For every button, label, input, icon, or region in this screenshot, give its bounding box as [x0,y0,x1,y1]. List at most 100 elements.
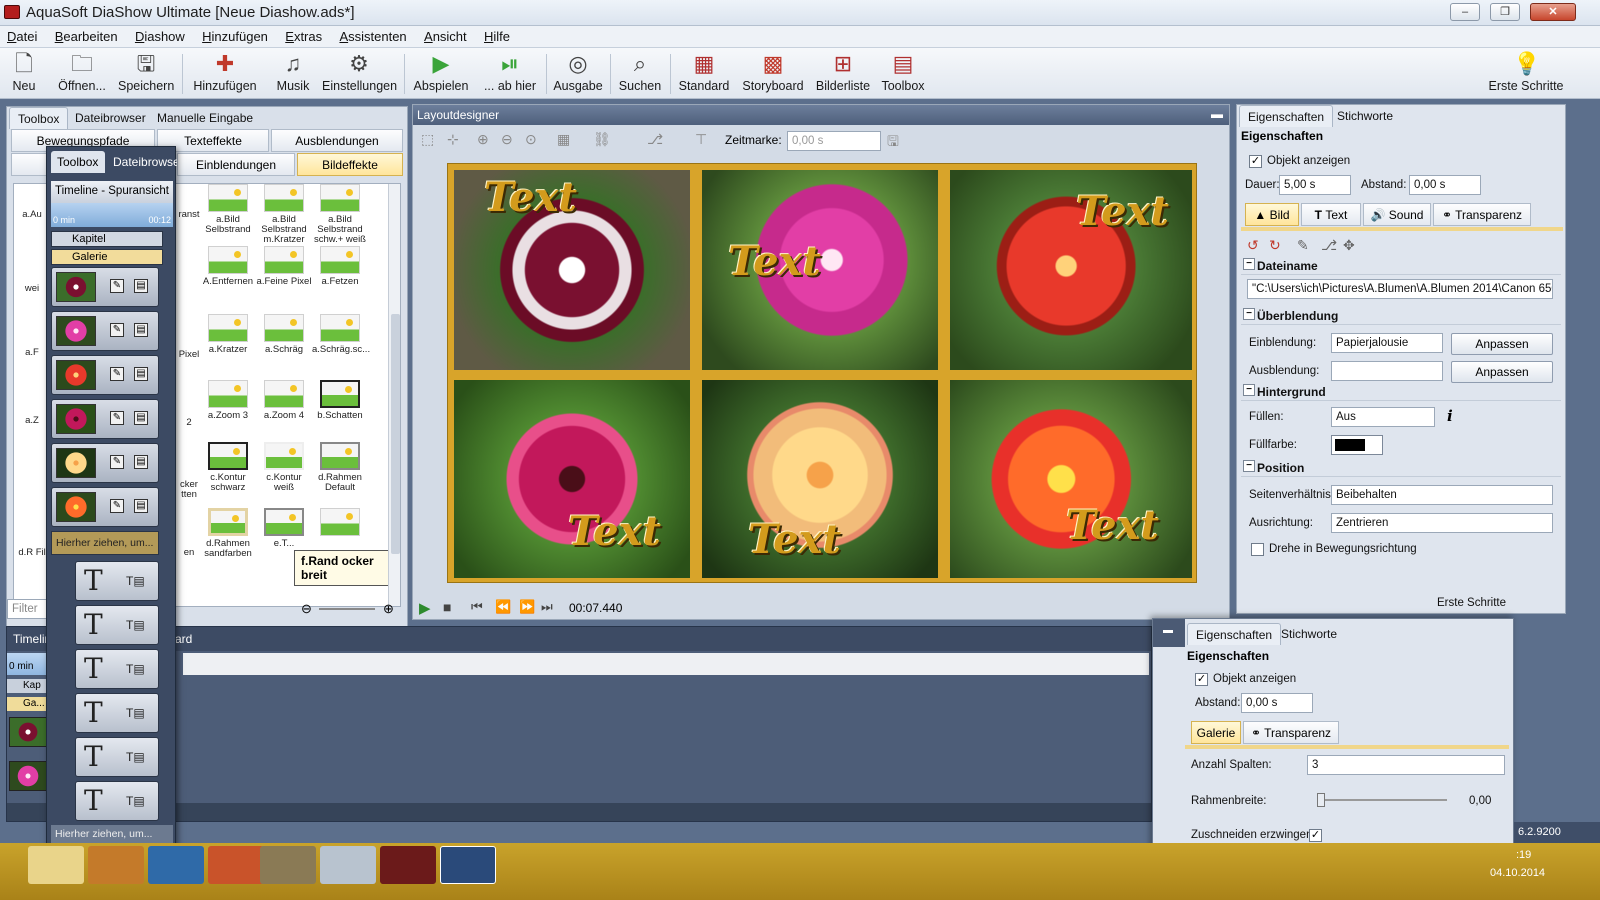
text-overlay-4[interactable]: Text [568,508,661,555]
gallery-row[interactable]: Galerie [51,249,163,265]
rotate-right-icon[interactable]: ↻ [1269,237,1281,254]
effect-item[interactable]: a.Kratzer [200,314,256,355]
add-button[interactable]: ✚ Hinzufügen [192,51,258,97]
tab-fade-outs[interactable]: Ausblendungen [271,129,403,152]
effect-item[interactable]: d.Rahmen sandfarben [200,508,256,559]
play-icon[interactable]: ▶ [419,599,431,617]
edit-clip-icon[interactable]: ✎ [110,499,124,513]
floating-ruler[interactable]: 0 min 00:12 [51,203,173,227]
music-button[interactable]: ♫ Musik [270,51,316,97]
section-position[interactable]: Position [1241,459,1561,477]
scrollbar-thumb[interactable] [391,314,400,554]
tab-fade-ins[interactable]: Einblendungen [177,153,295,176]
image-clip-2[interactable]: ✎ ▤ [51,311,159,351]
zoom-out-icon[interactable]: ⊖ [301,601,312,617]
timeline-thumb[interactable] [9,761,47,791]
frame-width-slider[interactable] [1317,793,1447,807]
tab-text[interactable]: T Text [1301,203,1361,226]
menu-datei[interactable]: Datei [0,26,44,44]
slide-preview[interactable]: Text Text Text Text Text Text [447,163,1197,583]
text-clip-4[interactable]: T T▤ [75,693,159,733]
menu-ansicht[interactable]: Ansicht [417,26,474,44]
section-transition[interactable]: Überblendung [1241,307,1561,325]
select-tool-icon[interactable]: ⬚ [421,131,434,148]
info-icon[interactable]: i [1447,407,1453,425]
effect-item[interactable]: a.Bild Selbstrand [200,184,256,235]
output-button[interactable]: ◎ Ausgabe [552,51,604,97]
text-settings-icon[interactable]: T▤ [126,574,145,588]
edit-clip-icon[interactable]: ✎ [110,367,124,381]
image-clip-4[interactable]: ✎ ▤ [51,399,159,439]
text-settings-icon[interactable]: T▤ [126,794,145,808]
minimize-button[interactable]: ‒ [1450,3,1480,21]
menu-hinzufuegen[interactable]: Hinzufügen [195,26,275,44]
text-overlay-3[interactable]: Text [1076,188,1169,235]
stop-icon[interactable]: ■ [443,599,451,615]
taskbar-ie[interactable] [148,846,204,884]
close-button[interactable]: ✕ [1530,3,1576,21]
effect-item[interactable]: a.Schräg [256,314,312,355]
edit-icon[interactable]: ✎ [1297,237,1309,254]
taskbar-explorer[interactable] [28,846,84,884]
zeitmarke-input[interactable]: 0,00 s [787,131,881,151]
tab-galerie[interactable]: Galerie [1191,721,1241,744]
text-settings-icon[interactable]: T▤ [126,662,145,676]
panel-minimize-icon[interactable]: ▬ [1211,107,1223,121]
effect-item[interactable]: a.Schräg.sc... [312,314,370,355]
effect-item[interactable]: wei [16,284,48,294]
taskbar-firefox[interactable] [88,846,144,884]
tab-properties[interactable]: Eigenschaften [1187,623,1282,645]
menu-extras[interactable]: Extras [278,26,329,44]
effect-item[interactable]: a.Bild Selbstrand m.Kratzer [256,184,312,245]
tab-toolbox[interactable]: Toolbox [9,107,69,129]
effect-item[interactable]: a.Feine Pixel [256,246,312,287]
gallery-track[interactable]: Ga... [7,697,49,711]
section-filename[interactable]: Dateiname [1241,257,1561,275]
next-icon[interactable]: ⏩ [519,599,535,615]
tab-transparenz[interactable]: ⚭ Transparenz [1433,203,1531,226]
chapter-track[interactable]: Kap [7,679,49,693]
drop-zone[interactable]: Hierher ziehen, um... [51,825,173,845]
clip-effect-icon[interactable]: ▤ [134,279,148,293]
zoom-slider[interactable]: ⊖ ⊕ [301,601,397,617]
menu-diashow[interactable]: Diashow [128,26,192,44]
tab-sound[interactable]: 🔊 Sound [1363,203,1431,226]
columns-input[interactable]: 3 [1307,755,1505,775]
spacing-input[interactable]: 0,00 s [1241,693,1313,713]
taskbar-app[interactable] [208,846,264,884]
text-overlay-5[interactable]: Text [748,516,841,563]
slider-thumb[interactable] [1317,793,1325,807]
effect-item[interactable]: a.Au [16,210,48,220]
move-tool-icon[interactable]: ⊹ [447,131,459,148]
go-end-icon[interactable]: ⏭ [541,599,553,615]
effect-item[interactable] [312,508,368,539]
play-button[interactable]: ▶ Abspielen [412,51,470,97]
taskbar-aquasoft-active[interactable] [440,846,496,884]
tab-properties[interactable]: Eigenschaften [1239,105,1334,127]
image-clip-1[interactable]: ✎ ▤ [51,267,159,307]
text-clip-5[interactable]: T T▤ [75,737,159,777]
storyboard-view-button[interactable]: ▩ Storyboard [740,51,806,97]
taskbar-calculator[interactable] [320,846,376,884]
aspect-ratio-select[interactable]: Beibehalten [1331,485,1553,505]
tab-file-browser[interactable]: Dateibrowser [67,107,154,129]
tab-keywords[interactable]: Stichworte [1329,105,1401,127]
fade-in-adjust-button[interactable]: Anpassen [1451,333,1553,355]
effect-item[interactable]: e.T... [256,508,312,549]
timeline-thumb[interactable] [9,717,47,747]
save-button[interactable]: 🖫 Speichern [118,51,174,97]
show-object-checkbox[interactable]: ✓ [1249,155,1262,168]
zoom-in-icon[interactable]: ⊕ [383,601,394,617]
effects-scrollbar[interactable] [388,184,400,606]
effect-item[interactable]: a.Zoom 3 [200,380,256,421]
text-settings-icon[interactable]: T▤ [126,706,145,720]
tab-filebrowser-floating[interactable]: Dateibrowse [107,151,177,173]
tab-image-effects[interactable]: Bildeffekte [297,153,403,176]
panel-minimize-icon[interactable]: ▬ [1163,625,1173,636]
go-start-icon[interactable]: ⏮ [471,599,483,615]
effect-item[interactable]: d.Rahmen Default [312,442,368,493]
menu-bearbeiten[interactable]: Bearbeiten [48,26,125,44]
open-button[interactable]: 🗀 Öffnen... [56,51,108,97]
text-overlay-1[interactable]: Text [484,174,577,221]
image-list-button[interactable]: ⊞ Bilderliste [814,51,872,97]
